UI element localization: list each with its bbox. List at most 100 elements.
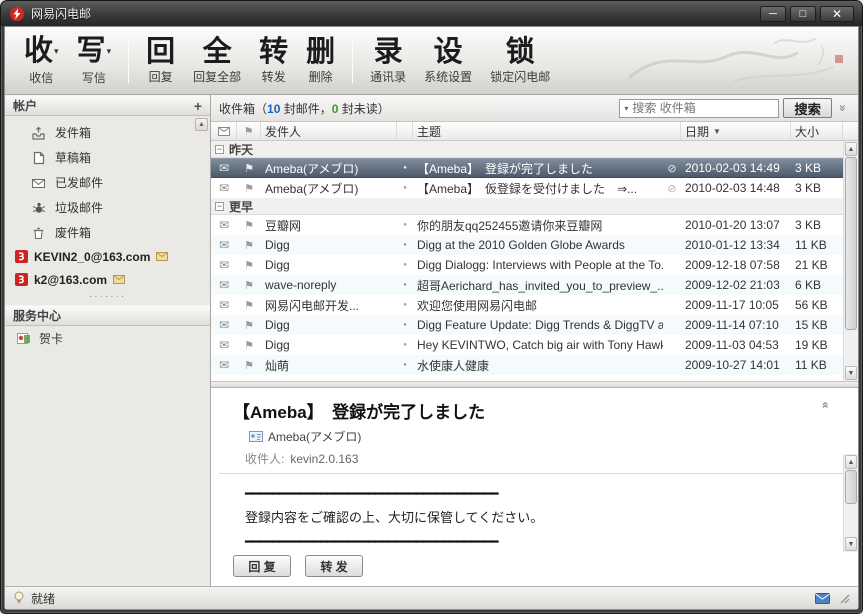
app-logo-icon: [9, 6, 25, 22]
sidebar-item-trash[interactable]: 废件箱: [5, 220, 210, 245]
mail-notifier-icon[interactable]: [815, 593, 830, 604]
flag-icon[interactable]: ⚑: [237, 315, 261, 335]
search-button[interactable]: 搜索: [783, 98, 832, 118]
scrollbar-thumb[interactable]: [845, 470, 857, 504]
list-column-header: ⚑ 发件人 主题 日期▼ 大小: [211, 122, 858, 141]
preview-collapse-chevrons-icon[interactable]: »: [818, 402, 832, 409]
mail-row[interactable]: ✉ ⚑ Digg ● Hey KEVINTWO, Catch big air w…: [211, 335, 843, 355]
sidebar-splitter-grip[interactable]: ·······: [5, 293, 210, 305]
mail-row[interactable]: ✉ ⚑ 豆瓣网 ● 你的朋友qq252455邀请你来豆瓣网 2010-01-20…: [211, 215, 843, 235]
column-date[interactable]: 日期▼: [681, 122, 791, 140]
search-box[interactable]: ▾: [619, 99, 779, 118]
trash-icon: [31, 226, 46, 240]
search-expand-chevrons-icon[interactable]: »: [836, 101, 850, 115]
flag-icon[interactable]: ⚑: [237, 275, 261, 295]
mail-row[interactable]: ✉ ⚑ Ameba(アメブロ) ● 【Ameba】 仮登録を受付けました ⇒..…: [211, 178, 843, 198]
flag-icon[interactable]: ⚑: [237, 295, 261, 315]
mail-row[interactable]: ✉ ⚑ 灿萌 ● 水使康人健康 2009-10-27 14:01 11 KB: [211, 355, 843, 375]
window-title: 网易闪电邮: [31, 5, 91, 22]
status-dot-icon: ●: [397, 315, 413, 335]
maximize-button[interactable]: □: [790, 6, 816, 22]
scroll-up-button[interactable]: ▲: [845, 142, 857, 156]
list-preview-splitter[interactable]: [211, 381, 858, 388]
collapse-icon[interactable]: −: [215, 145, 224, 154]
delete-button[interactable]: 删 删除: [297, 33, 344, 87]
preview-recipient: 收件人:kevin2.0.163: [245, 449, 836, 473]
flag-icon[interactable]: ⚑: [237, 215, 261, 235]
chevron-down-icon: ▾: [54, 47, 59, 57]
resize-grip[interactable]: [838, 592, 850, 604]
chevron-down-icon: ▾: [107, 47, 112, 57]
ink-painting-decoration: [625, 31, 850, 89]
contacts-button[interactable]: 录 通讯录: [361, 33, 415, 87]
service-section-header[interactable]: 服务中心: [5, 305, 210, 326]
receive-mail-button[interactable]: 收▾ 收信: [15, 32, 68, 88]
reply-all-button[interactable]: 全 回复全部: [184, 33, 250, 87]
mail-row[interactable]: ✉ ⚑ wave-noreply ● 超哥Aerichard_has_invit…: [211, 275, 843, 295]
contact-card-icon: [249, 431, 263, 442]
account-mail-icon: [156, 252, 168, 261]
blocked-content-icon: ⊘: [663, 178, 681, 198]
sent-mail-icon: [31, 177, 46, 189]
write-mail-button[interactable]: 写▾ 写信: [68, 32, 121, 88]
sidebar-account-kevin2[interactable]: KEVIN2_0@163.com: [5, 245, 210, 268]
column-subject[interactable]: 主题: [413, 122, 681, 140]
column-size[interactable]: 大小: [791, 122, 843, 140]
preview-sender-chip[interactable]: Ameba(アメブロ): [245, 427, 365, 446]
toolbar-separator: [128, 37, 129, 83]
settings-button[interactable]: 设 系统设置: [415, 33, 481, 87]
status-bar: 就绪: [5, 586, 858, 609]
search-input[interactable]: [632, 101, 774, 115]
titlebar[interactable]: 网易闪电邮 ─ □ ✕: [1, 1, 862, 26]
reply-all-icon: 全: [203, 35, 232, 67]
receive-icon: 收: [24, 33, 53, 67]
flag-icon[interactable]: ⚑: [237, 235, 261, 255]
list-scrollbar[interactable]: ▲ ▼: [843, 141, 858, 381]
reply-button[interactable]: 回 回复: [137, 33, 184, 87]
sidebar-item-sent[interactable]: 已发邮件: [5, 170, 210, 195]
accounts-section-header[interactable]: 帐户 +: [5, 95, 210, 116]
column-flag[interactable]: ⚑: [237, 122, 261, 140]
flag-icon[interactable]: ⚑: [237, 355, 261, 375]
sidebar-item-greeting-card[interactable]: 贺卡: [5, 326, 210, 351]
sidebar-item-drafts[interactable]: 草稿箱: [5, 145, 210, 170]
sidebar-scroll-up-button[interactable]: ▲: [195, 118, 208, 131]
scroll-up-button[interactable]: ▲: [845, 455, 857, 469]
scroll-down-button[interactable]: ▼: [845, 366, 857, 380]
account-mail-icon: [113, 275, 125, 284]
mail-row[interactable]: ✉ ⚑ Digg ● Digg Feature Update: Digg Tre…: [211, 315, 843, 335]
flag-icon[interactable]: ⚑: [237, 335, 261, 355]
minimize-button[interactable]: ─: [760, 6, 786, 22]
flag-icon[interactable]: ⚑: [237, 159, 261, 177]
group-header-yesterday[interactable]: −昨天: [211, 141, 843, 158]
sidebar-item-junk[interactable]: 垃圾邮件: [5, 195, 210, 220]
flag-icon[interactable]: ⚑: [237, 178, 261, 198]
lock-app-button[interactable]: 锁 锁定闪电邮: [481, 33, 559, 87]
mail-row[interactable]: ✉ ⚑ Ameba(アメブロ) ● 【Ameba】 登録が完了しました ⊘ 20…: [211, 158, 843, 178]
scroll-down-button[interactable]: ▼: [845, 537, 857, 551]
reply-quick-button[interactable]: 回 复: [233, 555, 291, 577]
flag-icon[interactable]: ⚑: [237, 255, 261, 275]
add-account-button[interactable]: +: [194, 99, 202, 113]
mail-row[interactable]: ✉ ⚑ Digg ● Digg at the 2010 Golden Globe…: [211, 235, 843, 255]
column-sender[interactable]: 发件人: [261, 122, 397, 140]
forward-button[interactable]: 转 转发: [250, 33, 297, 87]
preview-scrollbar[interactable]: ▲ ▼: [843, 454, 858, 552]
mail163-account-icon: [15, 250, 28, 263]
collapse-icon[interactable]: −: [215, 202, 224, 211]
sidebar-item-outbox[interactable]: 发件箱: [5, 120, 210, 145]
preview-actions: 回 复 转 发: [211, 552, 858, 586]
sidebar-account-k2[interactable]: k2@163.com: [5, 268, 210, 291]
preview-body: ━━━━━━━━━━━━━━━━━━━━━━━━━━━━━━━━━━━━━ 登録…: [211, 474, 858, 552]
group-header-earlier[interactable]: −更早: [211, 198, 843, 215]
column-attachment[interactable]: [211, 122, 237, 140]
close-button[interactable]: ✕: [820, 6, 854, 22]
forward-quick-button[interactable]: 转 发: [305, 555, 363, 577]
mail-row[interactable]: ✉ ⚑ 网易闪电邮开发... ● 欢迎您使用网易闪电邮 2009-11-17 1…: [211, 295, 843, 315]
envelope-icon: ✉: [211, 335, 237, 355]
mail-row[interactable]: ✉ ⚑ Digg ● Digg Dialogg: Interviews with…: [211, 255, 843, 275]
envelope-icon: ✉: [211, 235, 237, 255]
scrollbar-thumb[interactable]: [845, 157, 857, 330]
column-status[interactable]: [397, 122, 413, 140]
search-scope-caret-icon[interactable]: ▾: [624, 104, 628, 113]
